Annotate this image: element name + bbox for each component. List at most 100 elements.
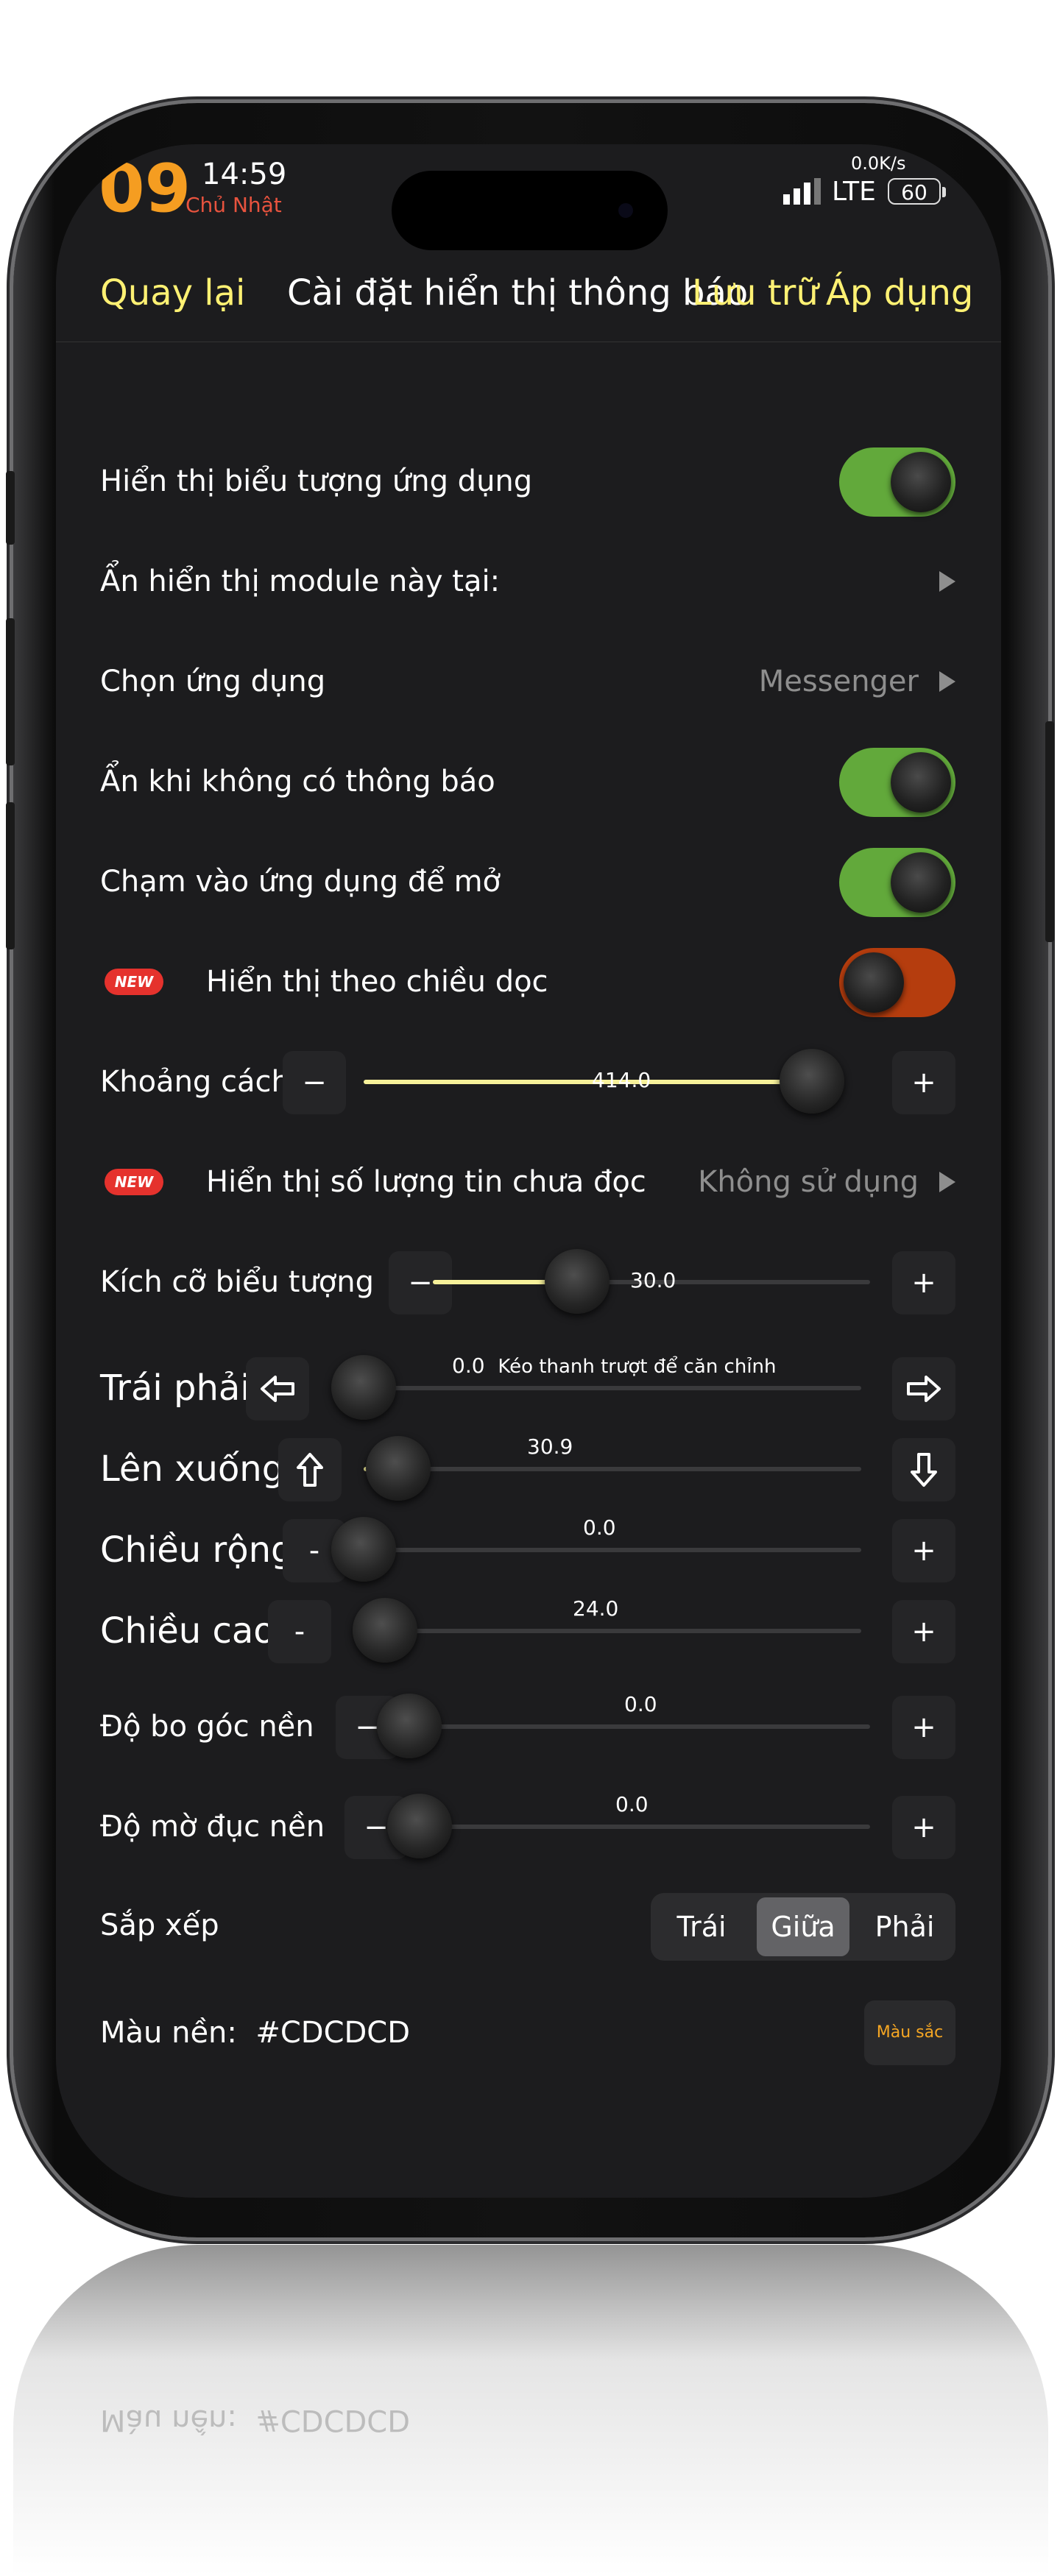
back-button[interactable]: Quay lại <box>100 272 245 314</box>
slider-thumb[interactable] <box>353 1598 418 1663</box>
icon-size-slider[interactable]: 30.0 <box>433 1249 870 1314</box>
toggle-knob <box>844 952 904 1013</box>
page-title: Cài đặt hiển thị thông báo <box>287 272 749 314</box>
chevron-right-icon <box>939 571 955 592</box>
status-time: 14:59 <box>202 158 287 191</box>
battery-icon: 60 <box>888 178 941 205</box>
row-bg-color: Màu nền: #CDCDCD Màu sắc <box>56 1989 1001 2077</box>
move-right-button[interactable] <box>892 1357 955 1420</box>
row-height: Chiều cao - 24.0 + <box>56 1587 1001 1675</box>
row-opacity: Độ mờ đục nền − 0.0 + <box>56 1783 1001 1871</box>
toggle-knob <box>891 452 951 512</box>
left-right-value: 0.0 Kéo thanh trượt để căn chỉnh <box>452 1354 777 1378</box>
height-label: Chiều cao <box>100 1610 275 1652</box>
status-day: Chủ Nhật <box>186 193 282 217</box>
carrier-label: LTE <box>832 177 876 207</box>
tap-to-open-label: Chạm vào ứng dụng để mở <box>100 865 501 899</box>
row-corner-radius: Độ bo góc nền − 0.0 + <box>56 1682 1001 1771</box>
spacing-decrease-button[interactable]: − <box>283 1051 346 1114</box>
new-badge: NEW <box>105 1169 163 1195</box>
slider-thumb[interactable] <box>366 1436 431 1501</box>
spacing-increase-button[interactable]: + <box>892 1051 955 1114</box>
row-hide-module-at[interactable]: Ẩn hiển thị module này tại: <box>56 537 1001 626</box>
row-hide-when-no-notification: Ẩn khi không có thông báo <box>56 737 1001 826</box>
spacing-value: 414.0 <box>592 1068 651 1092</box>
color-picker-button[interactable]: Màu sắc <box>864 2000 955 2065</box>
apply-button[interactable]: Áp dụng <box>826 272 973 314</box>
icon-size-increase-button[interactable]: + <box>892 1251 955 1314</box>
arrange-right-option[interactable]: Phải <box>858 1897 951 1956</box>
action-button <box>6 471 15 545</box>
reflection-value: #CDCDCD <box>255 2403 411 2437</box>
left-right-number: 0.0 <box>452 1354 485 1378</box>
arrange-label: Sắp xếp <box>100 1908 219 1942</box>
width-label: Chiều rộng <box>100 1529 294 1571</box>
row-unread-count[interactable]: NEW Hiển thị số lượng tin chưa đọc Không… <box>56 1138 1001 1226</box>
arrange-segmented-control: Trái Giữa Phải <box>651 1893 955 1961</box>
corner-radius-label: Độ bo góc nền <box>100 1710 314 1744</box>
height-increase-button[interactable]: + <box>892 1600 955 1663</box>
vertical-toggle[interactable] <box>839 948 955 1017</box>
chevron-right-icon <box>939 1172 955 1192</box>
hide-when-no-notif-toggle[interactable] <box>839 748 955 817</box>
slider-thumb[interactable] <box>331 1517 396 1582</box>
toggle-knob <box>891 852 951 913</box>
power-button <box>1045 721 1054 942</box>
opacity-label: Độ mờ đục nền <box>100 1810 325 1844</box>
status-big-hour: 09 <box>99 150 191 227</box>
move-up-button[interactable] <box>278 1438 342 1501</box>
battery-tip <box>942 187 946 197</box>
arrow-left-icon <box>261 1376 294 1402</box>
show-app-icon-toggle[interactable] <box>839 447 955 517</box>
choose-app-label: Chọn ứng dụng <box>100 665 326 698</box>
move-down-button[interactable] <box>892 1438 955 1501</box>
corner-radius-increase-button[interactable]: + <box>892 1696 955 1759</box>
row-arrange: Sắp xếp Trái Giữa Phải <box>56 1881 1001 1970</box>
hide-module-at-label: Ẩn hiển thị module này tại: <box>100 565 501 598</box>
width-increase-button[interactable]: + <box>892 1519 955 1582</box>
row-vertical: NEW Hiển thị theo chiều dọc <box>56 938 1001 1026</box>
screen: 09 14:59 Chủ Nhật 0.0K/s LTE 60 Quay lại… <box>56 144 1001 2198</box>
opacity-increase-button[interactable]: + <box>892 1796 955 1859</box>
row-icon-size: Kích cỡ biểu tượng − 30.0 + <box>56 1238 1001 1326</box>
slider-thumb[interactable] <box>331 1355 396 1420</box>
reflection-label: Màu nền: <box>100 2403 237 2437</box>
corner-radius-slider[interactable]: 0.0 <box>377 1692 870 1758</box>
width-slider[interactable]: 0.0 <box>331 1515 861 1582</box>
row-up-down: Lên xuống 30.9 <box>56 1425 1001 1513</box>
signal-icon <box>783 178 821 205</box>
slider-thumb[interactable] <box>377 1694 442 1758</box>
up-down-slider[interactable]: 30.9 <box>364 1434 861 1501</box>
volume-up-button <box>6 618 15 765</box>
move-left-button[interactable] <box>246 1357 309 1420</box>
slider-thumb[interactable] <box>780 1049 845 1114</box>
network-speed: 0.0K/s <box>851 153 906 174</box>
row-left-right: Trái phải 0.0 Kéo thanh trượt để căn chỉ… <box>56 1344 1001 1432</box>
opacity-value: 0.0 <box>615 1792 649 1816</box>
icon-size-label: Kích cỡ biểu tượng <box>100 1265 375 1299</box>
new-badge: NEW <box>105 969 163 995</box>
left-right-label: Trái phải <box>100 1367 250 1409</box>
choose-app-value: Messenger <box>758 665 919 698</box>
save-button[interactable]: Lưu trữ <box>692 272 819 314</box>
left-right-slider[interactable]: 0.0 Kéo thanh trượt để căn chỉnh <box>331 1354 861 1420</box>
icon-size-value: 30.0 <box>630 1268 676 1292</box>
height-value: 24.0 <box>573 1596 619 1621</box>
height-slider[interactable]: 24.0 <box>353 1596 861 1663</box>
height-decrease-button[interactable]: - <box>268 1600 331 1663</box>
spacing-slider[interactable]: 414.0 <box>364 1049 845 1114</box>
chevron-right-icon <box>939 671 955 692</box>
hide-when-no-notif-label: Ẩn khi không có thông báo <box>100 765 495 799</box>
row-choose-app[interactable]: Chọn ứng dụng Messenger <box>56 637 1001 726</box>
spacing-label: Khoảng cách <box>100 1065 290 1099</box>
slider-thumb[interactable] <box>545 1249 610 1314</box>
opacity-slider[interactable]: 0.0 <box>387 1792 870 1858</box>
arrange-left-option[interactable]: Trái <box>655 1897 748 1956</box>
arrow-down-icon <box>911 1453 937 1487</box>
bg-color-value: #CDCDCD <box>255 2016 411 2050</box>
arrange-center-option[interactable]: Giữa <box>757 1897 849 1956</box>
vertical-label: Hiển thị theo chiều dọc <box>206 965 548 999</box>
tap-to-open-toggle[interactable] <box>839 848 955 917</box>
slider-fill <box>364 1080 813 1084</box>
slider-thumb[interactable] <box>387 1794 452 1858</box>
